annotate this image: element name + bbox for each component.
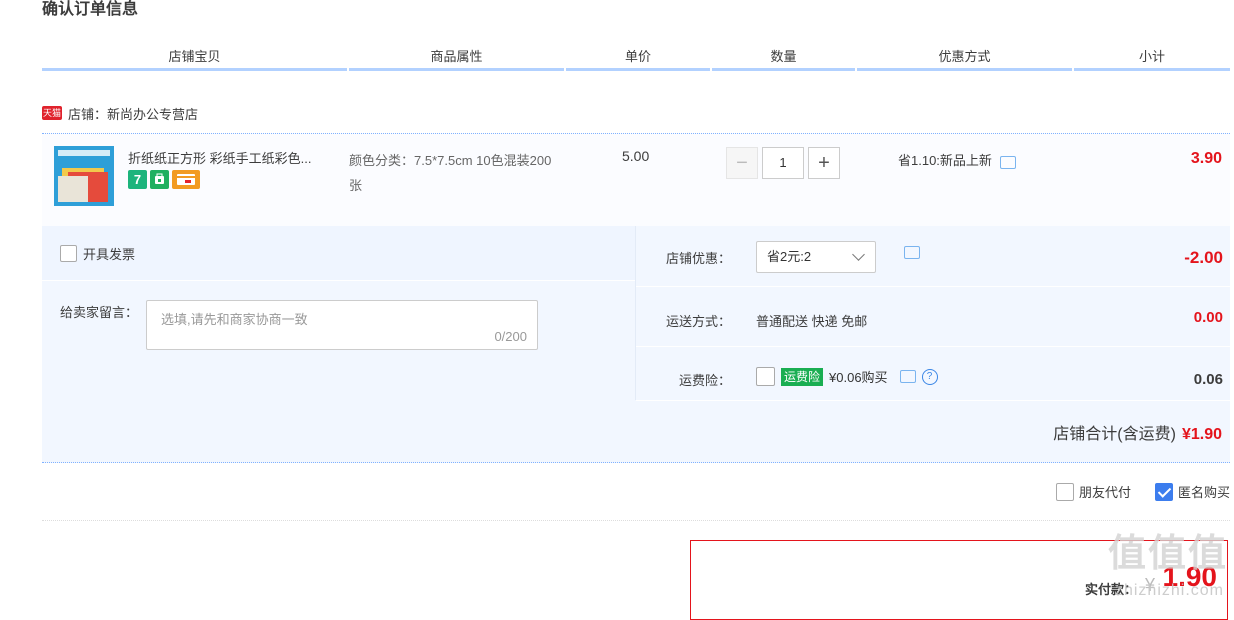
unit-price: 5.00	[622, 148, 650, 164]
chat-bubble-icon[interactable]	[999, 156, 1016, 169]
order-extras-panel: 开具发票 给卖家留言： 选填,请先和商家协商一致 0/200 店铺优惠： 省2元…	[42, 226, 1231, 463]
shop-total-label: 店铺合计(含运费)	[1053, 426, 1176, 443]
shop-discount-value: -2.00	[1184, 248, 1223, 267]
col-header-discount: 优惠方式	[938, 49, 991, 64]
shop-header: 天猫 店铺：新尚办公专营店	[42, 102, 198, 124]
col-divider	[349, 68, 564, 71]
order-options: 朋友代付 匿名购买	[1055, 482, 1230, 501]
invoice-option[interactable]: 开具发票	[60, 244, 135, 263]
product-thumbnail[interactable]	[54, 146, 114, 206]
fees-section: 店铺优惠： 省2元:2 -2.00 运送方式： 普通配送 快递 免邮 0.00 …	[635, 226, 1231, 401]
anonymous-checkbox[interactable]	[1154, 482, 1173, 501]
invoice-checkbox[interactable]	[60, 245, 77, 262]
product-name[interactable]: 折纸纸正方形 彩纸手工纸彩色...	[128, 148, 338, 167]
page-title: 确认订单信息	[42, 1, 139, 18]
col-header-qty: 数量	[770, 49, 797, 64]
order-item-row: 折纸纸正方形 彩纸手工纸彩色... 7 颜色分类：7.5*7.5cm 10色混装…	[42, 133, 1230, 227]
col-divider	[42, 68, 347, 71]
shipping-method: 普通配送 快递 免邮	[756, 314, 868, 329]
col-divider	[1074, 68, 1230, 71]
friend-pay-label: 朋友代付	[1078, 485, 1131, 500]
anonymous-label: 匿名购买	[1177, 485, 1230, 500]
col-header-price: 单价	[624, 49, 651, 64]
shop-discount-label: 店铺优惠：	[666, 251, 732, 266]
insurance-row: 运费险： 运费险 ¥0.06购买 ? 0.06	[636, 346, 1231, 401]
qty-input[interactable]: 1	[762, 147, 804, 179]
chat-bubble-icon[interactable]	[904, 246, 920, 259]
watermark-url: zhizhizhi.com	[1114, 582, 1224, 599]
qty-increase-button[interactable]: +	[808, 147, 840, 179]
shipping-label: 运送方式：	[666, 314, 732, 329]
qty-decrease-button[interactable]: −	[726, 147, 758, 179]
seven-day-return-icon[interactable]: 7	[128, 170, 147, 189]
invoice-section: 开具发票	[42, 226, 635, 281]
watermark: 值值值	[1107, 533, 1228, 575]
col-header-item: 店铺宝贝	[168, 49, 221, 64]
promotion-text: 省1.10:新品上新	[898, 153, 992, 168]
seller-message-input[interactable]: 选填,请先和商家协商一致 0/200	[146, 300, 538, 350]
insurance-option: 运费险 ¥0.06购买 ?	[756, 367, 938, 386]
help-icon[interactable]: ?	[921, 368, 938, 385]
tmall-icon: 天猫	[42, 106, 62, 120]
message-placeholder: 选填,请先和商家协商一致	[161, 312, 308, 327]
message-char-count: 0/200	[494, 329, 527, 344]
divider	[42, 520, 1230, 521]
insurance-checkbox[interactable]	[756, 367, 775, 386]
shop-total-value: ¥1.90	[1181, 426, 1222, 443]
quantity-stepper: − 1 +	[726, 147, 840, 179]
shop-discount-selected: 省2元:2	[767, 249, 812, 264]
chevron-down-icon	[852, 248, 865, 261]
insurance-badge: 运费险	[781, 367, 824, 386]
anonymous-option[interactable]: 匿名购买	[1154, 482, 1230, 501]
message-label: 给卖家留言：	[60, 305, 139, 320]
col-header-attr: 商品属性	[430, 49, 483, 64]
invoice-label: 开具发票	[83, 247, 136, 262]
col-divider	[857, 68, 1072, 71]
friend-pay-checkbox[interactable]	[1055, 482, 1074, 501]
item-subtotal: 3.90	[1190, 150, 1222, 167]
shipping-row: 运送方式： 普通配送 快递 免邮 0.00	[636, 286, 1231, 347]
item-promotion: 省1.10:新品上新	[898, 150, 1016, 169]
insurance-label: 运费险：	[678, 373, 731, 388]
insurance-price: ¥0.06购买	[829, 370, 888, 385]
service-badges: 7	[128, 170, 200, 189]
shop-discount-row: 店铺优惠： 省2元:2 -2.00	[636, 226, 1231, 287]
col-divider	[712, 68, 855, 71]
col-header-subtotal: 小计	[1138, 49, 1165, 64]
col-divider	[566, 68, 710, 71]
shipping-value: 0.00	[1193, 309, 1223, 326]
chat-bubble-icon[interactable]	[899, 370, 916, 383]
shop-name[interactable]: 店铺：新尚办公专营店	[68, 104, 198, 123]
credit-card-icon[interactable]	[172, 170, 200, 189]
shop-total: 店铺合计(含运费) ¥1.90	[1053, 420, 1222, 444]
friend-pay-option[interactable]: 朋友代付	[1055, 482, 1131, 501]
product-attributes: 颜色分类：7.5*7.5cm 10色混装200张	[349, 153, 552, 193]
insurance-value: 0.06	[1193, 371, 1223, 388]
shop-discount-select[interactable]: 省2元:2	[756, 241, 876, 273]
shield-bag-icon[interactable]	[150, 170, 169, 189]
